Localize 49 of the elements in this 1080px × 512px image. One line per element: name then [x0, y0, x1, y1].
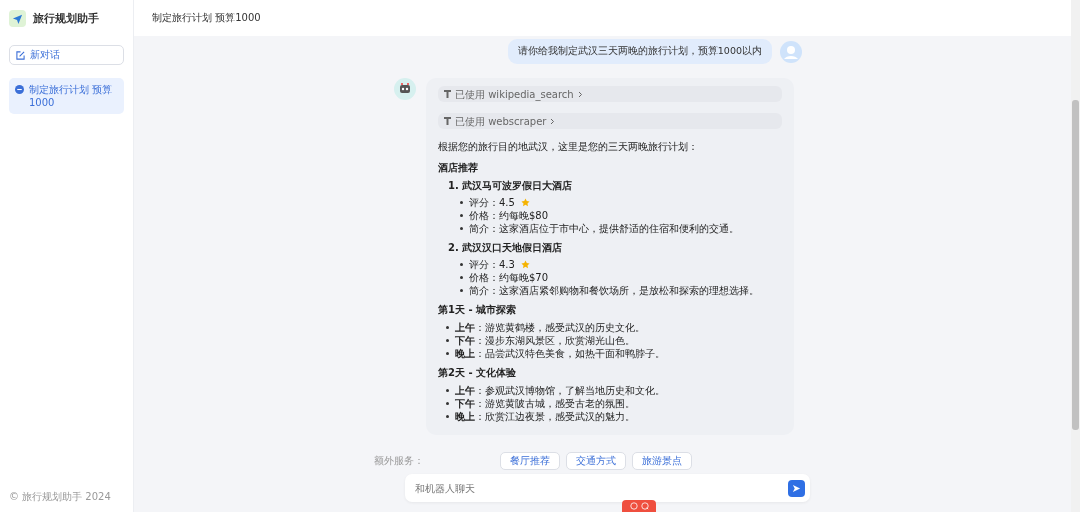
schedule-item: 下午：漫步东湖风景区，欣赏湖光山色。 — [455, 334, 635, 347]
schedule-item: 下午：游览黄陂古城，感受古老的氛围。 — [455, 397, 635, 410]
hotel-name: 武汉汉口天地假日酒店 — [462, 242, 563, 253]
intro-text: 根据您的旅行目的地武汉，这里是您的三天两晚旅行计划： — [438, 140, 699, 153]
section-heading: 酒店推荐 — [438, 161, 479, 174]
message-input[interactable]: 和机器人聊天 — [412, 481, 788, 495]
tool-call-chip[interactable]: 已使用 webscraper — [438, 113, 782, 129]
robot-avatar — [394, 78, 416, 100]
hotel-detail: 价格：约每晚$70 — [469, 271, 549, 284]
schedule-item: 晚上：欣赏江边夜景，感受武汉的魅力。 — [455, 410, 635, 423]
schedule-item: 上午：参观武汉博物馆，了解当地历史和文化。 — [455, 384, 665, 397]
chevron-icon — [550, 117, 556, 125]
hotel-detail: 简介：这家酒店紧邻购物和餐饮场所，是放松和探索的理想选择。 — [469, 284, 759, 297]
search-icon[interactable] — [640, 502, 649, 510]
footer-text: © 旅行规划助手 2024 — [9, 490, 112, 504]
chevron-icon — [577, 90, 583, 98]
star-icon — [520, 260, 530, 269]
hotel-name: 武汉马可波罗假日大酒店 — [462, 180, 573, 191]
tool-call-chip[interactable]: 已使用 wikipedia_search — [438, 86, 782, 102]
app-title: 旅行规划助手 — [33, 10, 99, 26]
send-button[interactable] — [787, 479, 805, 497]
edit-icon — [16, 50, 25, 60]
conversation-item[interactable]: 制定旅行计划 预算1000 — [9, 78, 124, 114]
list-number: 2. — [448, 242, 459, 253]
service-button[interactable]: 旅游景点 — [632, 452, 692, 470]
hotel-detail: 评分：4.5 — [469, 196, 515, 209]
hotel-detail: 价格：约每晚$80 — [469, 209, 549, 222]
section-heading: 第2天 - 文化体验 — [438, 366, 518, 379]
user-avatar — [780, 40, 802, 63]
service-button[interactable]: 交通方式 — [566, 452, 626, 470]
user-message: 请你给我制定武汉三天两晚的旅行计划，预算1000以内 — [507, 39, 772, 64]
list-number: 1. — [448, 180, 459, 191]
send-icon — [791, 483, 801, 493]
hotel-detail: 简介：这家酒店位于市中心，提供舒适的住宿和便利的交通。 — [469, 222, 739, 235]
circle-icon[interactable] — [629, 502, 638, 510]
extra-services-label: 额外服务： — [374, 454, 425, 468]
hotel-detail: 评分：4.3 — [469, 258, 515, 271]
new-chat-button[interactable]: 新对话 — [9, 45, 124, 65]
section-heading: 第1天 - 城市探索 — [438, 303, 518, 316]
scrollbar[interactable] — [1071, 0, 1080, 512]
service-button[interactable]: 餐厅推荐 — [500, 452, 560, 470]
schedule-item: 晚上：品尝武汉特色美食，如热干面和鸭脖子。 — [455, 347, 665, 360]
floating-toolbar[interactable] — [622, 500, 656, 512]
schedule-item: 上午：游览黄鹤楼，感受武汉的历史文化。 — [455, 321, 645, 334]
plane-logo-icon — [9, 9, 26, 27]
tool-icon — [444, 90, 451, 98]
tool-icon — [444, 117, 451, 125]
star-icon — [520, 198, 530, 207]
chat-input[interactable]: 和机器人聊天 — [404, 474, 810, 502]
